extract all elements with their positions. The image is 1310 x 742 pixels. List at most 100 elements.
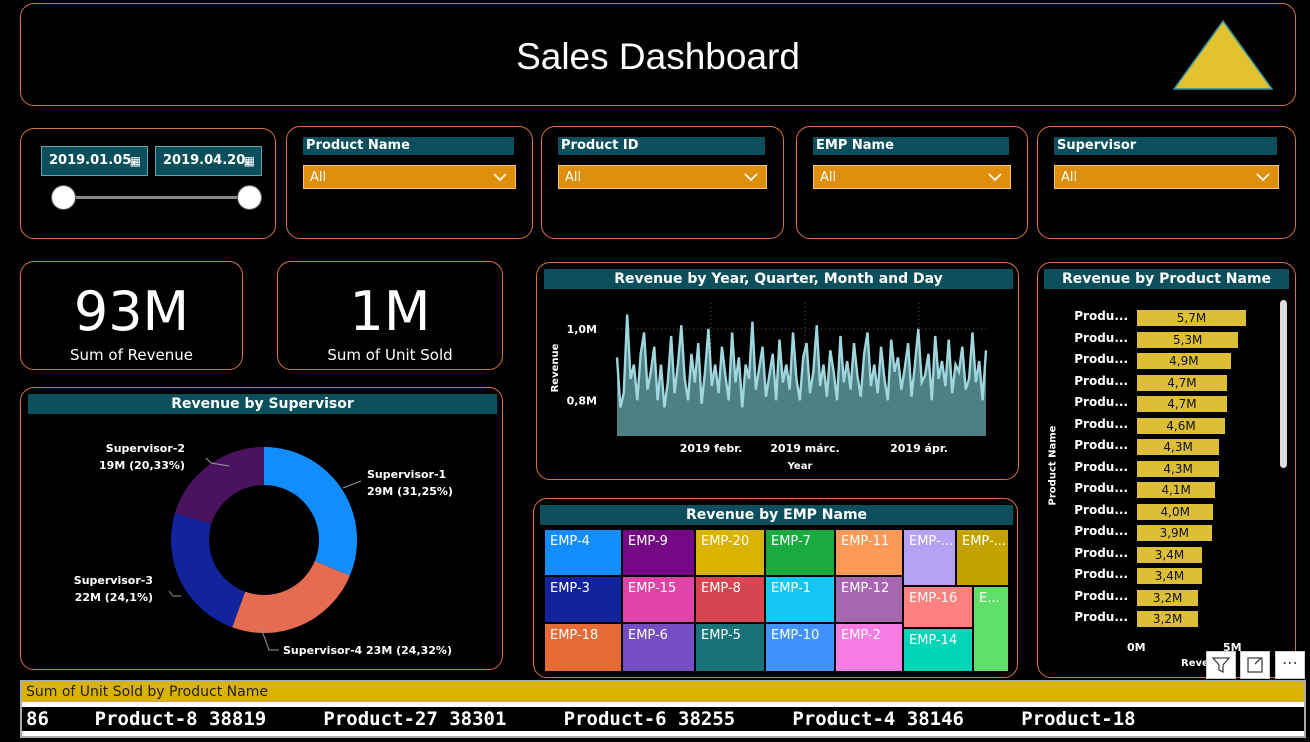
treemap-cell[interactable]: EMP-18 — [544, 623, 622, 672]
emp-treemap[interactable]: EMP-4 EMP-9 EMP-20 EMP-7 EMP-11 EMP-... EMP-..… — [544, 529, 1012, 672]
treemap-cell[interactable]: EMP-16 — [903, 586, 973, 628]
chart-title: Revenue by EMP Name — [540, 505, 1013, 525]
donut-slice[interactable] — [170, 513, 246, 628]
ticker-text: 86 Product-8 38819 Product-27 38301 Prod… — [26, 708, 1136, 730]
category-label: Produ... — [1074, 545, 1128, 560]
chevron-down-icon — [988, 173, 1002, 182]
header-panel: Sales Dashboard — [20, 3, 1296, 106]
product-id-dropdown[interactable]: All — [558, 165, 767, 189]
leader-line — [342, 480, 362, 489]
emp-name-dropdown[interactable]: All — [813, 165, 1011, 189]
slice-value: 29M (31,25%) — [367, 485, 453, 498]
treemap-cell[interactable]: EMP-5 — [695, 623, 765, 672]
date-range-track — [63, 196, 249, 199]
range-handle-end[interactable] — [237, 185, 262, 210]
treemap-cell[interactable]: EMP-15 — [622, 576, 695, 623]
x-tick-label: 2019 febr. — [680, 442, 743, 455]
treemap-cell[interactable]: EMP-2 — [835, 623, 903, 672]
treemap-cell[interactable]: EMP-14 — [903, 628, 973, 672]
logo-triangle-icon — [1172, 19, 1274, 90]
dropdown-value: All — [310, 170, 327, 185]
donut-slice[interactable] — [264, 447, 358, 576]
x-tick-label: 0M — [1127, 641, 1146, 654]
donut-slice[interactable] — [232, 561, 350, 633]
start-date-field[interactable]: 2019.01.05. ▦ — [41, 146, 148, 176]
category-label: Produ... — [1074, 524, 1128, 538]
bar[interactable]: 5,3M — [1137, 331, 1239, 348]
chevron-down-icon — [1256, 173, 1270, 182]
treemap-cell[interactable]: EMP-8 — [695, 576, 765, 623]
y-axis-title: Revenue — [550, 343, 561, 392]
category-label: Produ... — [1074, 352, 1128, 366]
donut-slice[interactable] — [174, 447, 264, 525]
leader-line — [168, 590, 181, 597]
bar[interactable]: 3,2M — [1137, 589, 1199, 606]
treemap-cell[interactable]: EMP-3 — [544, 576, 622, 623]
bar[interactable]: 4,7M — [1137, 374, 1227, 391]
range-handle-start[interactable] — [51, 185, 76, 210]
dropdown-value: All — [1061, 170, 1078, 185]
treemap-cell[interactable]: EMP-9 — [622, 529, 695, 576]
chevron-down-icon — [493, 173, 507, 182]
bar[interactable]: 5,7M — [1137, 310, 1246, 326]
more-options-icon[interactable]: ⋯ — [1275, 651, 1305, 679]
category-label: Produ... — [1074, 438, 1128, 452]
calendar-icon[interactable]: ▦ — [130, 147, 141, 175]
dropdown-value: All — [820, 170, 837, 185]
kpi-label: Sum of Revenue — [70, 346, 193, 364]
slice-value: 22M (24,1%) — [75, 591, 153, 604]
treemap-cell[interactable]: EMP-11 — [835, 529, 903, 576]
calendar-icon[interactable]: ▦ — [244, 147, 255, 175]
scrollbar[interactable] — [1280, 300, 1287, 468]
revenue-area-chart[interactable]: 1,0M 0,8M 2019 febr. 2019 márc. 2019 ápr. Yea… — [537, 263, 1020, 481]
start-date-value: 2019.01.05. — [49, 153, 137, 168]
bar[interactable]: 4,1M — [1137, 482, 1216, 498]
focus-mode-icon[interactable] — [1240, 651, 1270, 679]
kpi-value: 1M — [349, 280, 431, 343]
slice-name: Supervisor-1 — [367, 468, 446, 481]
slice-name: Supervisor-3 — [74, 574, 153, 587]
treemap-cell[interactable]: EMP-... — [956, 529, 1009, 586]
y-tick-label: 0,8M — [567, 394, 597, 407]
supervisor-dropdown[interactable]: All — [1054, 165, 1279, 189]
category-label: Produ... — [1074, 395, 1128, 409]
bar[interactable]: 4,7M — [1137, 396, 1227, 412]
treemap-cell[interactable]: EMP-12 — [835, 576, 903, 623]
bar[interactable]: 3,2M — [1137, 611, 1199, 627]
kpi-card-unit-sold: 1M Sum of Unit Sold — [277, 261, 503, 370]
kpi-value: 93M — [73, 280, 190, 343]
supervisor-donut-chart[interactable]: Supervisor-1 29M (31,25%) Supervisor-4 23M… — [21, 388, 504, 671]
end-date-field[interactable]: 2019.04.20. ▦ — [155, 146, 262, 176]
treemap-cell[interactable]: EMP-20 — [695, 529, 765, 576]
treemap-cell[interactable]: EMP-7 — [765, 529, 835, 576]
treemap-cell[interactable]: EMP-4 — [544, 529, 622, 576]
page-title: Sales Dashboard — [516, 36, 800, 77]
bar[interactable]: 3,4M — [1137, 568, 1203, 584]
treemap-cell[interactable]: EMP-... — [903, 529, 956, 586]
treemap-cell[interactable]: EMP-1 — [765, 576, 835, 623]
chart-title: Revenue by Product Name — [1044, 269, 1289, 289]
dropdown-value: All — [565, 170, 582, 185]
bar[interactable]: 4,3M — [1137, 439, 1220, 455]
bar[interactable]: 4,3M — [1137, 460, 1220, 477]
slicer-label: Supervisor — [1054, 137, 1277, 155]
bar[interactable]: 3,9M — [1137, 525, 1212, 541]
slicer-label: Product ID — [558, 137, 765, 155]
category-label: Produ... — [1074, 416, 1128, 431]
x-tick-label: 2019 ápr. — [890, 442, 948, 455]
bar[interactable]: 4,6M — [1137, 417, 1225, 434]
category-label: Produ... — [1074, 610, 1128, 624]
bar[interactable]: 3,4M — [1137, 546, 1203, 563]
product-name-dropdown[interactable]: All — [303, 165, 516, 189]
slicer-product-id: Product ID All — [541, 126, 784, 239]
axis-title-x: Reve — [1181, 658, 1209, 669]
treemap-cell[interactable]: EMP-10 — [765, 623, 835, 672]
bar[interactable]: 4,9M — [1137, 353, 1231, 369]
y-tick-label: 1,0M — [567, 323, 597, 336]
bar[interactable]: 4,0M — [1137, 503, 1214, 520]
kpi-card-revenue: 93M Sum of Revenue — [20, 261, 243, 370]
treemap-cell[interactable]: E... — [973, 586, 1009, 672]
treemap-cell[interactable]: EMP-6 — [622, 623, 695, 672]
filter-icon[interactable] — [1206, 651, 1236, 679]
category-label: Produ... — [1074, 588, 1128, 603]
